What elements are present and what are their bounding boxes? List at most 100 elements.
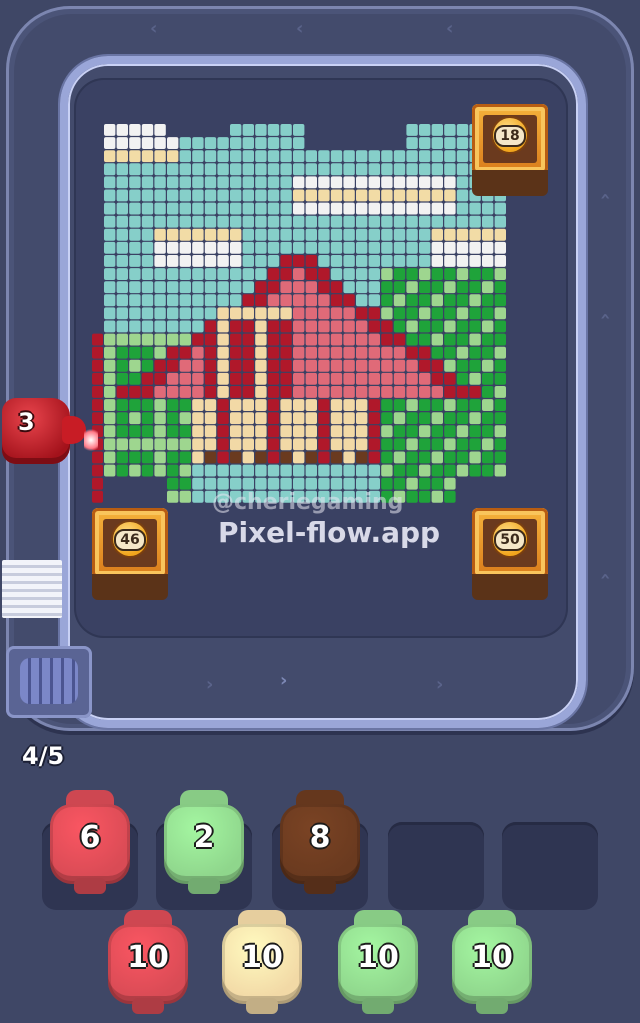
slot-pig-red[interactable]: 6 bbox=[50, 790, 130, 894]
pixel-block bbox=[217, 202, 229, 215]
pixel-block bbox=[116, 333, 128, 346]
pixel-block bbox=[204, 425, 217, 438]
pixel-block bbox=[381, 451, 393, 464]
pixel-block bbox=[255, 359, 267, 372]
pixel-block bbox=[381, 438, 393, 451]
queue-pig-cream[interactable]: 10 bbox=[222, 910, 302, 1014]
pixel-block bbox=[92, 399, 103, 411]
pixel-block bbox=[469, 386, 481, 398]
pixel-block bbox=[217, 307, 229, 320]
pixel-block bbox=[129, 346, 141, 359]
pixel-block bbox=[368, 215, 380, 228]
queue-pig-green[interactable]: 10 bbox=[452, 910, 532, 1014]
pixel-block bbox=[456, 412, 469, 425]
pixel-block bbox=[469, 320, 481, 333]
pixel-block bbox=[104, 307, 116, 320]
pixel-block bbox=[343, 438, 355, 451]
pixel-block bbox=[456, 281, 469, 294]
pixel-block bbox=[494, 307, 506, 320]
pixel-block bbox=[343, 255, 355, 267]
pixel-block bbox=[192, 150, 204, 163]
pixel-block bbox=[444, 320, 456, 333]
pixel-block bbox=[343, 163, 355, 176]
pixel-block bbox=[204, 228, 217, 241]
pixel-block bbox=[482, 438, 494, 451]
pixel-block bbox=[267, 425, 280, 438]
pixel-block bbox=[293, 124, 305, 136]
pixel-block bbox=[406, 189, 418, 202]
pixel-block bbox=[141, 281, 154, 294]
pixel-block bbox=[154, 150, 166, 163]
pixel-block bbox=[444, 438, 456, 451]
pixel-block bbox=[192, 412, 204, 425]
pixel-block bbox=[255, 163, 267, 176]
slot-pig-green[interactable]: 2 bbox=[164, 790, 244, 894]
active-shooter-pig[interactable]: 3 bbox=[2, 394, 86, 470]
pixel-block bbox=[469, 255, 481, 267]
pixel-block bbox=[494, 438, 506, 451]
pixel-block bbox=[293, 202, 305, 215]
pixel-block bbox=[141, 124, 154, 136]
pixel-block bbox=[444, 150, 456, 163]
pixel-block bbox=[129, 425, 141, 438]
slot-pig-brown[interactable]: 8 bbox=[280, 790, 360, 894]
pixel-block bbox=[104, 372, 116, 385]
pixel-block bbox=[356, 228, 368, 241]
pixel-block bbox=[419, 241, 431, 254]
pixel-block bbox=[482, 307, 494, 320]
pixel-block bbox=[167, 372, 179, 385]
pixel-block bbox=[381, 268, 393, 280]
pixel-block bbox=[255, 241, 267, 254]
pixel-block bbox=[280, 124, 292, 136]
pixel-block bbox=[267, 124, 280, 136]
pixel-block bbox=[456, 451, 469, 464]
pixel-block bbox=[141, 294, 154, 307]
holding-slot[interactable] bbox=[388, 822, 484, 910]
holding-slot[interactable] bbox=[502, 822, 598, 910]
pixel-block bbox=[92, 490, 103, 503]
pixel-block bbox=[482, 320, 494, 333]
pixel-block bbox=[330, 464, 343, 477]
pixel-block bbox=[179, 294, 191, 307]
pixel-block bbox=[356, 189, 368, 202]
pixel-block bbox=[129, 150, 141, 163]
pixel-block bbox=[406, 150, 418, 163]
pixel-block bbox=[305, 320, 317, 333]
queue-pig-green[interactable]: 10 bbox=[338, 910, 418, 1014]
pixel-block bbox=[217, 359, 229, 372]
pixel-block bbox=[293, 477, 305, 490]
pixel-block bbox=[431, 241, 443, 254]
pixel-block bbox=[419, 176, 431, 189]
pixel-block bbox=[381, 228, 393, 241]
pixel-block bbox=[217, 438, 229, 451]
pixel-block bbox=[230, 425, 242, 438]
pixel-block bbox=[318, 359, 330, 372]
pixel-block bbox=[444, 268, 456, 280]
pixel-block bbox=[141, 399, 154, 411]
pixel-block bbox=[167, 333, 179, 346]
pixel-block bbox=[293, 307, 305, 320]
pixel-block bbox=[280, 189, 292, 202]
pixel-block bbox=[456, 215, 469, 228]
pixel-block bbox=[217, 320, 229, 333]
pixel-block bbox=[242, 307, 254, 320]
pixel-block bbox=[141, 137, 154, 149]
pixel-block bbox=[469, 202, 481, 215]
pixel-block bbox=[469, 399, 481, 411]
pixel-block bbox=[116, 202, 128, 215]
pixel-block bbox=[456, 425, 469, 438]
pixel-block bbox=[242, 294, 254, 307]
queue-pig-red[interactable]: 10 bbox=[108, 910, 188, 1014]
pixel-block bbox=[343, 241, 355, 254]
pixel-block bbox=[368, 281, 380, 294]
pixel-block bbox=[255, 438, 267, 451]
pixel-block bbox=[406, 412, 418, 425]
pixel-block bbox=[129, 176, 141, 189]
pixel-block bbox=[419, 346, 431, 359]
queue-dock[interactable] bbox=[6, 646, 92, 718]
pixel-block bbox=[154, 451, 166, 464]
pixel-block bbox=[456, 268, 469, 280]
pixel-block bbox=[444, 359, 456, 372]
pixel-block bbox=[494, 412, 506, 425]
pixel-block bbox=[444, 294, 456, 307]
